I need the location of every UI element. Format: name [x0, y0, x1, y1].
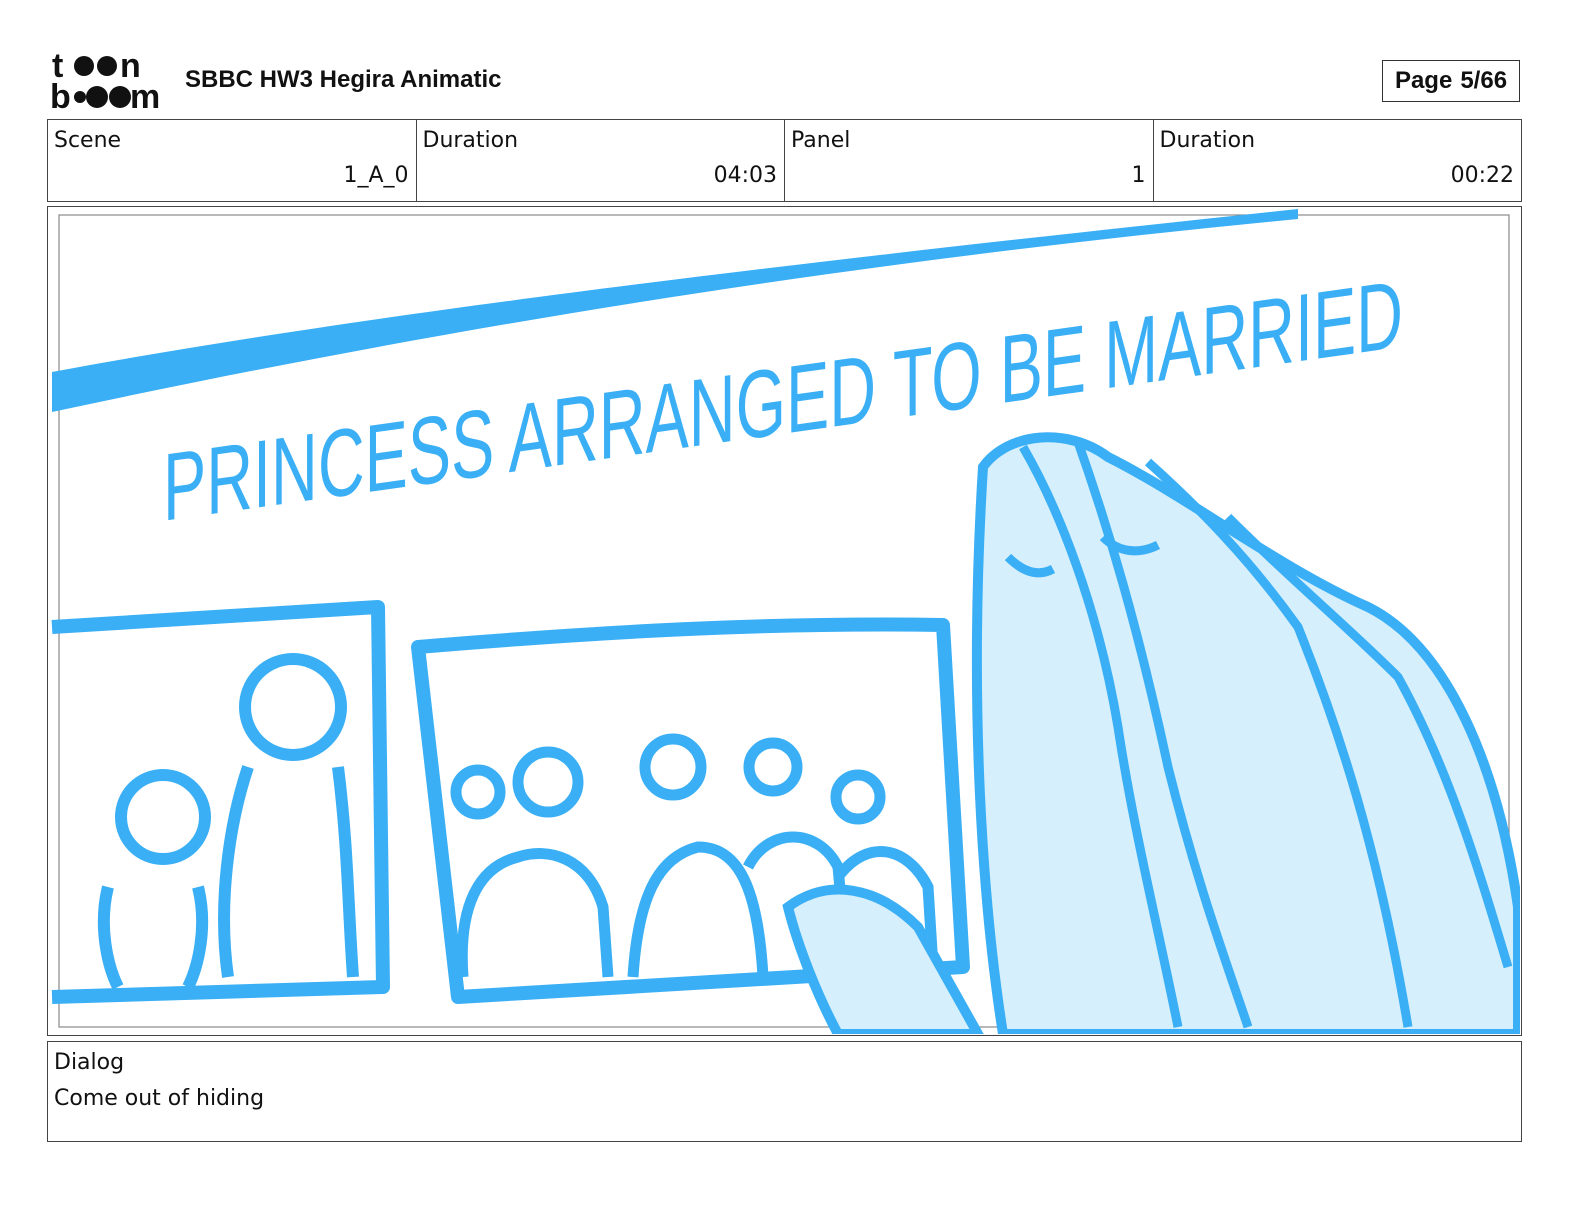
panel-label: Panel — [791, 128, 851, 153]
page-label: Page — [1394, 67, 1453, 94]
scene-duration-label: Duration — [422, 128, 519, 153]
scene-duration-cell: Duration 04:03 — [417, 120, 785, 201]
panel-value: 1 — [1131, 163, 1146, 188]
toon-boom-logo: t n b m — [50, 50, 160, 112]
scene-value: 1_A_0 — [343, 163, 409, 188]
panel-duration-label: Duration — [1159, 128, 1256, 153]
panel-duration-value: 00:22 — [1450, 163, 1514, 188]
panel-drawing: PRINCESS ARRANGED TO BE MARRIED — [51, 209, 1520, 1034]
project-title: SBBC HW3 Hegira Animatic — [185, 66, 502, 93]
logo-line-2: b — [50, 78, 71, 112]
headline-text: PRINCESS ARRANGED TO BE MARRIED — [163, 261, 1403, 542]
scene-duration-value: 04:03 — [713, 163, 777, 188]
scene-cell: Scene 1_A_0 — [48, 120, 417, 201]
scene-label: Scene — [54, 128, 122, 153]
dialog-box: Dialog Come out of hiding — [47, 1041, 1522, 1142]
panel-cell: Panel 1 — [785, 120, 1154, 201]
storyboard-panel: PRINCESS ARRANGED TO BE MARRIED — [47, 206, 1522, 1036]
svg-text:m: m — [130, 78, 160, 112]
page-number: 5/66 — [1460, 67, 1508, 94]
panel-info-row: Scene 1_A_0 Duration 04:03 Panel 1 Durat… — [47, 119, 1522, 202]
dialog-label: Dialog — [54, 1050, 125, 1075]
dialog-text: Come out of hiding — [54, 1086, 265, 1111]
page-indicator: Page 5/66 — [1382, 60, 1520, 102]
panel-duration-cell: Duration 00:22 — [1154, 120, 1522, 201]
